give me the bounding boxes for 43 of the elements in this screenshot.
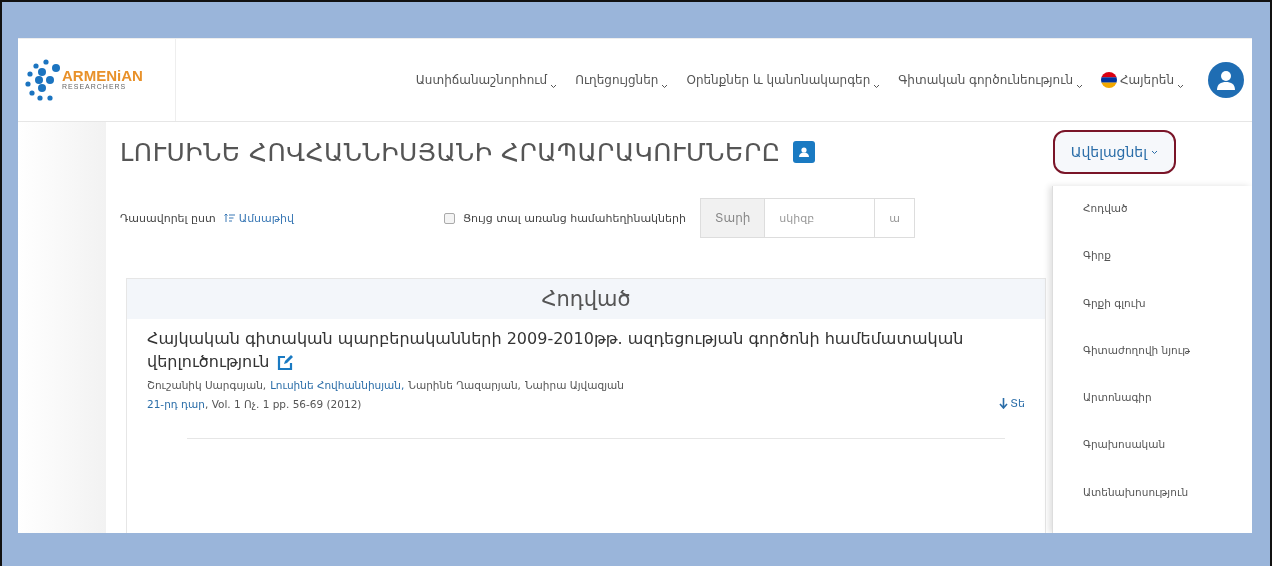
flag-icon xyxy=(1101,72,1118,88)
menu-item[interactable]: Գրախոսական xyxy=(1053,438,1252,486)
nav-menu-link[interactable]: Աստիճանաշնորհում xyxy=(415,73,558,87)
section-heading: Հոդված xyxy=(127,279,1045,319)
sort-label: Դասավորել ըստ xyxy=(120,211,216,225)
year-from-field[interactable]: սկիզբ xyxy=(765,198,876,238)
caret-icon xyxy=(1177,83,1184,89)
author-link[interactable]: Լուսինե Հովհաննիսյան, xyxy=(270,379,405,392)
menu-item[interactable]: Ատենախոսություն xyxy=(1053,485,1252,533)
edit-icon[interactable] xyxy=(277,354,295,372)
download-link[interactable]: Տե xyxy=(999,397,1025,411)
caret-icon xyxy=(873,83,881,89)
author-name: Նարինե Ղազարյան, xyxy=(408,379,521,392)
menu-item[interactable]: Հոդված xyxy=(1053,202,1252,250)
caret-icon xyxy=(1076,83,1084,89)
author-name: Նաիրա Այվազյան xyxy=(524,379,624,392)
journal-link[interactable]: 21-րդ դար xyxy=(147,397,205,410)
coauthor-checkbox-label: Ցույց տալ առանց համահեղինակների xyxy=(462,211,686,225)
publication-details: , Vol. 1 Ոչ. 1 pp. 56-69 (2012) xyxy=(204,397,362,410)
caret-icon xyxy=(1151,149,1158,155)
page-title: ԼՈՒՍԻՆԵ ՀՈՎՀԱՆՆԻՍՅԱՆԻ ՀՐԱՊԱՐԱԿՈՒՄՆԵՐԸ xyxy=(120,137,781,167)
year-label: Տարի xyxy=(700,198,766,238)
sort-date-link[interactable]: Ամսաթիվ xyxy=(223,211,294,225)
publication-title: Հայկական գիտական պարբերականների 2009-2010թթ. ազդեցության գործոնի համեմատական վերլուծություն xyxy=(147,328,965,374)
user-badge-icon xyxy=(792,141,815,163)
add-dropdown-button[interactable]: Ավելացնել xyxy=(1052,130,1176,174)
nav-menu-link[interactable]: Ուղեցույցներ xyxy=(575,73,669,87)
menu-item[interactable]: Գիտաժողովի նյութ xyxy=(1053,343,1252,392)
menu-item[interactable]: Գիրք xyxy=(1053,249,1252,297)
sort-icon xyxy=(223,213,236,223)
caret-icon xyxy=(550,83,558,89)
language-menu-link[interactable]: Հայերեն xyxy=(1101,72,1184,88)
caret-icon xyxy=(661,83,669,89)
coauthor-checkbox[interactable] xyxy=(443,212,455,224)
nav-menu-link[interactable]: Օրենքներ և կանոնակարգեր xyxy=(686,73,881,87)
down-arrow-icon xyxy=(999,398,1009,410)
logo-name: ARMENiAN xyxy=(62,68,143,84)
year-to-field[interactable]: ա xyxy=(875,198,916,238)
user-avatar-icon[interactable] xyxy=(1208,62,1244,98)
author-name: Շուշանիկ Սարգսյան, xyxy=(147,379,267,392)
menu-item[interactable]: Արտոնագիր xyxy=(1053,391,1252,439)
menu-item[interactable]: Գրքի գլուխ xyxy=(1053,296,1252,344)
nav-menu-link[interactable]: Գիտական գործունեություն xyxy=(898,73,1084,87)
